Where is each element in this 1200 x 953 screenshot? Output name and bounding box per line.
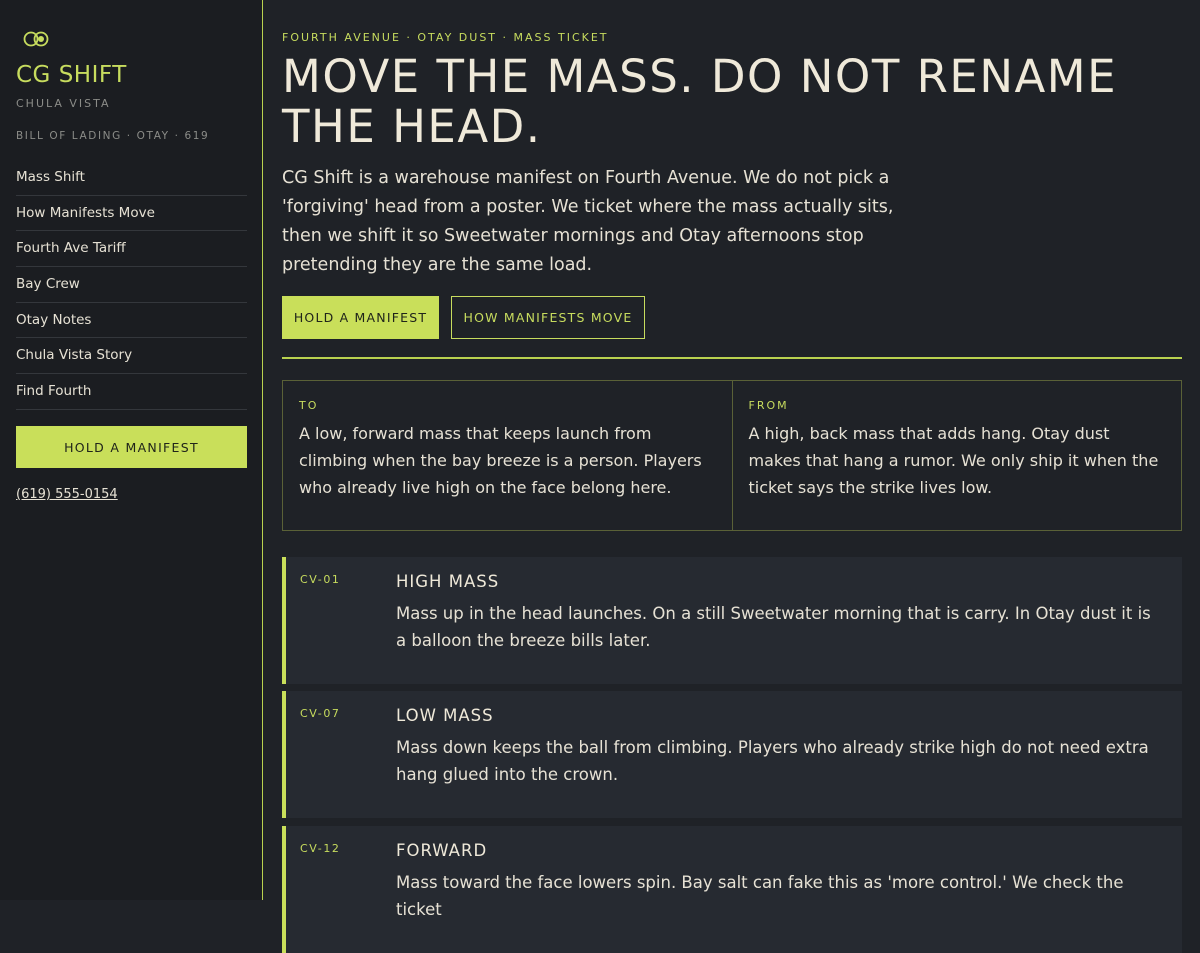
compare-from: FROM A high, back mass that adds hang. O… bbox=[731, 381, 1182, 530]
how-manifests-move-button[interactable]: HOW MANIFESTS MOVE bbox=[451, 296, 645, 339]
mass-card: CV-01 HIGH MASS Mass up in the head laun… bbox=[282, 557, 1182, 684]
nav-item-how-manifests-move[interactable]: How Manifests Move bbox=[16, 196, 247, 232]
card-body: Mass toward the face lowers spin. Bay sa… bbox=[396, 873, 1124, 919]
page-title: MOVE THE MASS. DO NOT RENAME THE HEAD. bbox=[282, 50, 1118, 153]
mass-card: CV-07 LOW MASS Mass down keeps the ball … bbox=[282, 691, 1182, 818]
card-title: LOW MASS bbox=[396, 706, 494, 725]
compare-to: TO A low, forward mass that keeps launch… bbox=[283, 381, 732, 530]
hold-manifest-button[interactable]: HOLD A MANIFEST bbox=[282, 296, 439, 339]
nav-item-mass-shift[interactable]: Mass Shift bbox=[16, 160, 247, 196]
mass-card: CV-12 FORWARD Mass toward the face lower… bbox=[282, 826, 1182, 953]
nav-item-find-fourth[interactable]: Find Fourth bbox=[16, 374, 247, 410]
compare-from-text: A high, back mass that adds hang. Otay d… bbox=[748, 424, 1159, 497]
compare-from-label: FROM bbox=[748, 399, 789, 412]
brand-name[interactable]: CG SHIFT bbox=[16, 62, 127, 88]
sidebar-hold-manifest-button[interactable]: HOLD A MANIFEST bbox=[16, 426, 247, 468]
brand-location: CHULA VISTA bbox=[16, 97, 111, 110]
to-from-compare: TO A low, forward mass that keeps launch… bbox=[282, 380, 1182, 531]
card-title: FORWARD bbox=[396, 841, 488, 860]
nav-item-fourth-ave-tariff[interactable]: Fourth Ave Tariff bbox=[16, 231, 247, 268]
sidebar: CG SHIFT CHULA VISTA BILL OF LADING · OT… bbox=[0, 0, 263, 900]
nav-item-bay-crew[interactable]: Bay Crew bbox=[16, 267, 247, 303]
nav-item-otay-notes[interactable]: Otay Notes bbox=[16, 303, 247, 339]
nav-item-chula-vista-story[interactable]: Chula Vista Story bbox=[16, 338, 247, 375]
hero-eyebrow: FOURTH AVENUE · OTAY DUST · MASS TICKET bbox=[282, 31, 609, 44]
brand-bill-of-lading: BILL OF LADING · OTAY · 619 bbox=[16, 130, 210, 142]
card-code: CV-01 bbox=[300, 573, 341, 586]
sidebar-nav: Mass Shift How Manifests Move Fourth Ave… bbox=[16, 160, 247, 410]
hero-intro: CG Shift is a warehouse manifest on Four… bbox=[282, 168, 894, 275]
phone-link[interactable]: (619) 555-0154 bbox=[16, 487, 118, 502]
card-body: Mass up in the head launches. On a still… bbox=[396, 604, 1151, 650]
card-body: Mass down keeps the ball from climbing. … bbox=[396, 738, 1149, 784]
card-code: CV-07 bbox=[300, 707, 341, 720]
main-content: FOURTH AVENUE · OTAY DUST · MASS TICKET … bbox=[282, 0, 1182, 953]
card-code: CV-12 bbox=[300, 842, 341, 855]
twin-rings-logo-icon[interactable] bbox=[22, 30, 50, 48]
compare-to-text: A low, forward mass that keeps launch fr… bbox=[299, 424, 702, 497]
compare-to-label: TO bbox=[299, 399, 319, 412]
section-divider bbox=[282, 357, 1182, 359]
card-title: HIGH MASS bbox=[396, 572, 500, 591]
